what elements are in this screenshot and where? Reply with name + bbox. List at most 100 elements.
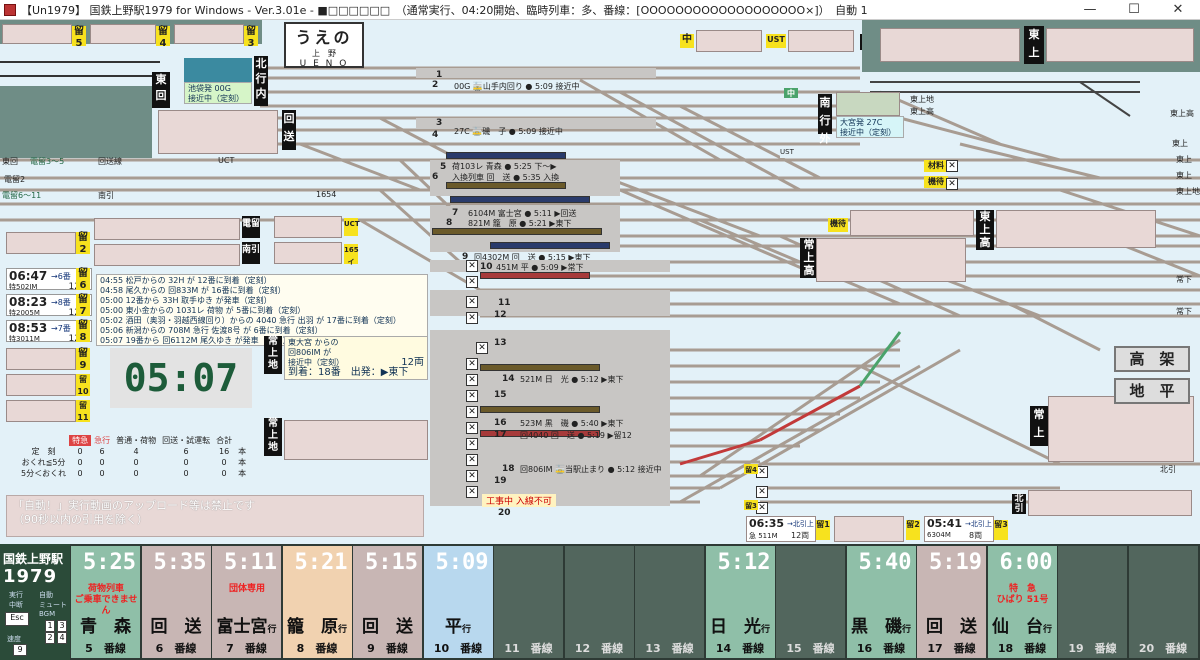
signal-icon[interactable]: ✕ bbox=[476, 342, 488, 354]
board-track: 16 番線 bbox=[856, 642, 906, 655]
signal-icon[interactable]: ✕ bbox=[756, 486, 768, 498]
label-ryu6: 留 6 bbox=[76, 268, 90, 291]
board-dest-name: 仙 台 bbox=[991, 617, 1043, 637]
label-kiso: 機待 bbox=[924, 176, 948, 188]
block-ryu9 bbox=[6, 348, 76, 370]
stats-header-cell bbox=[18, 435, 69, 446]
board-track: 5 番線 bbox=[85, 642, 126, 655]
chihei-view-button[interactable]: 地 平 bbox=[1114, 378, 1190, 404]
platform-num: 17 bbox=[494, 430, 507, 440]
board-dest-name: 回 送 bbox=[926, 617, 977, 637]
maximize-button[interactable]: ☐ bbox=[1112, 0, 1156, 19]
board-column: 12 番線 bbox=[564, 546, 634, 658]
key-2[interactable]: 2 bbox=[45, 632, 55, 644]
board-column: 5:35 回 送 6 番線 bbox=[141, 546, 211, 658]
signal-icon[interactable]: ✕ bbox=[946, 160, 958, 172]
train-9 bbox=[490, 242, 610, 249]
block-ust bbox=[788, 30, 854, 52]
board-dest-name: 青 森 bbox=[80, 617, 131, 637]
log-line: 05:06 新潟からの 708M 急行 佐渡8号 が 6番に到着（定刻） bbox=[100, 326, 323, 335]
yard-left-block bbox=[0, 86, 152, 158]
board-time: 6:00 bbox=[999, 550, 1053, 575]
board-destination: 黒 磯行 bbox=[847, 612, 916, 637]
signal-icon[interactable]: ✕ bbox=[466, 260, 478, 272]
block-kiso bbox=[850, 210, 974, 236]
signal-icon[interactable]: ✕ bbox=[466, 470, 478, 482]
signal-icon[interactable]: ✕ bbox=[466, 296, 478, 308]
platform-num: 4 bbox=[432, 130, 439, 140]
label-joka-2: 常下 bbox=[1176, 307, 1192, 316]
clock-display: 05:07 bbox=[110, 348, 252, 408]
board-time: 5:15 bbox=[365, 550, 418, 575]
signal-icon[interactable]: ✕ bbox=[466, 276, 478, 288]
warning-line1: 「自動！」実行動画のアップロード等は禁止です bbox=[13, 499, 255, 512]
label-tojo-r4: 東上地 bbox=[1176, 187, 1200, 196]
label-uct: UCT bbox=[218, 156, 235, 165]
log-line: 04:58 尾久からの 回833M が 16番に到着（定刻） bbox=[100, 286, 286, 295]
close-button[interactable]: ✕ bbox=[1156, 0, 1200, 19]
platform-num: 1 bbox=[436, 70, 443, 80]
block-mid-2 bbox=[94, 244, 240, 266]
platform-num: 5 bbox=[440, 162, 447, 172]
block-ryu11 bbox=[6, 400, 76, 422]
label-ryu11: 留 11 bbox=[76, 400, 90, 422]
signal-icon[interactable]: ✕ bbox=[466, 422, 478, 434]
key-3[interactable]: 3 bbox=[57, 620, 67, 632]
card1-name: 急 511M bbox=[749, 532, 778, 540]
platform-num: 11 bbox=[498, 298, 511, 308]
esc-key[interactable]: Esc bbox=[5, 612, 29, 626]
minimize-button[interactable]: — bbox=[1068, 0, 1112, 19]
board-column: 20 番線 bbox=[1128, 546, 1198, 658]
board-dest-name: 黒 磯 bbox=[850, 617, 902, 637]
label-ust-mid: UST bbox=[780, 148, 806, 158]
board-note: 特 急 ひばり 51号 bbox=[996, 584, 1049, 605]
board-destination: 富士宮行 bbox=[212, 612, 281, 637]
key-4[interactable]: 4 bbox=[57, 632, 67, 644]
platform-5-info: 荷103レ 青森 ● 5:25 下〜▶ bbox=[452, 162, 557, 171]
label-denryu: 電留 bbox=[242, 216, 260, 238]
label-ryu3: 留 3 bbox=[244, 26, 258, 49]
board-track: 17 番線 bbox=[927, 642, 976, 655]
signal-icon[interactable]: ✕ bbox=[466, 390, 478, 402]
label-tojo-taka2: 東上高 bbox=[976, 210, 994, 250]
board-time: 5:21 bbox=[294, 550, 348, 575]
card2-time: 05:41 bbox=[927, 517, 963, 530]
board-dest-suffix: 行 bbox=[760, 625, 770, 635]
train-16 bbox=[480, 406, 600, 413]
label-ryu10: 留 10 bbox=[76, 374, 90, 396]
koka-view-button[interactable]: 高 架 bbox=[1114, 346, 1190, 372]
stats-cell: 6 bbox=[99, 447, 105, 456]
signal-icon[interactable]: ✕ bbox=[466, 438, 478, 450]
window-title: 【Un1979】 国鉄上野駅1979 for Windows - Ver.3.0… bbox=[21, 3, 868, 17]
board-dest-suffix: 行 bbox=[1042, 625, 1052, 635]
board-logo: 国鉄上野駅 1979 実行 中断 自動 ミュート BGM 速度 Esc 1 2 … bbox=[0, 544, 70, 660]
key-1[interactable]: 1 bbox=[45, 620, 55, 632]
label-tojo-r3: 東上 bbox=[1176, 171, 1192, 180]
block-ryu2b bbox=[834, 516, 904, 542]
arrival-track: 18番 bbox=[318, 367, 341, 378]
platform-num: 12 bbox=[494, 310, 507, 320]
key-9[interactable]: 9 bbox=[13, 644, 27, 656]
stats-header-cell: 合計 bbox=[216, 436, 233, 445]
signal-icon[interactable]: ✕ bbox=[466, 358, 478, 370]
signal-icon[interactable]: ✕ bbox=[466, 486, 478, 498]
platform-4-info: 27C 🚋磯 子 ● 5:09 接近中 bbox=[454, 127, 563, 136]
board-column: 5:15 回 送 9 番線 bbox=[353, 546, 422, 658]
signal-icon[interactable]: ✕ bbox=[466, 406, 478, 418]
signal-icon[interactable]: ✕ bbox=[946, 178, 958, 190]
signal-icon[interactable]: ✕ bbox=[466, 454, 478, 466]
stats-header: 特急 急行 普通・荷物 回送・試運転 合計 bbox=[18, 435, 249, 446]
signal-icon[interactable]: ✕ bbox=[466, 312, 478, 324]
block-top-right-1 bbox=[880, 28, 1020, 62]
label-card2-ryu: 留3 bbox=[994, 520, 1008, 540]
card1-cars: 12両 bbox=[791, 531, 810, 540]
arrival-panel: 東大宮 からの 回806IM が 接近中（定刻） 12両 到着：18番 出発：▶東… bbox=[284, 336, 428, 380]
label-chu2: 中 bbox=[784, 88, 798, 98]
stats-cell: 0 bbox=[99, 458, 105, 467]
stats-cell: 0 bbox=[77, 469, 83, 478]
log-line: 05:02 酒田（奥羽・羽越西線回り）からの 4040 急行 出羽 が 17番に… bbox=[100, 316, 401, 325]
block-jo-taka bbox=[816, 238, 966, 282]
signal-icon[interactable]: ✕ bbox=[466, 374, 478, 386]
platform-num: 7 bbox=[452, 208, 459, 218]
dep-label: 出発： bbox=[350, 367, 381, 378]
